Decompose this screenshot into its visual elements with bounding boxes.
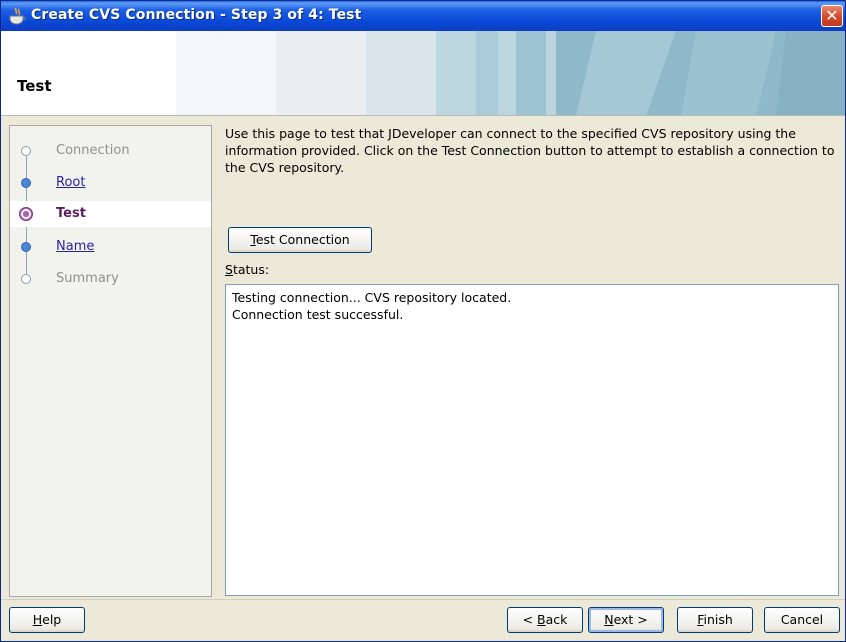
button-label: inish (703, 612, 733, 627)
status-output-area[interactable]: Testing connection... CVS repository loc… (225, 284, 839, 596)
next-button[interactable]: Next > (588, 607, 664, 633)
current-step-icon (19, 207, 33, 221)
mnemonic: B (537, 612, 546, 627)
button-label: ack (545, 612, 568, 627)
status-label: Status: (225, 262, 269, 277)
nav-item-label: Connection (56, 143, 130, 158)
status-label-text: tatus: (232, 262, 270, 277)
page-title: Test (17, 77, 52, 95)
instructions-text: Use this page to test that JDeveloper ca… (225, 126, 835, 175)
nav-item-summary: Summary (10, 266, 211, 292)
main-content: Use this page to test that JDeveloper ca… (225, 125, 839, 597)
header-decoration (176, 31, 845, 115)
nav-item-root[interactable]: Root (10, 170, 211, 196)
nav-item-label: Test (56, 206, 86, 221)
button-label: Cancel (780, 612, 824, 627)
step-dot-icon (21, 274, 31, 284)
button-label: est Connection (255, 232, 350, 247)
close-icon[interactable]: ✕ (821, 5, 843, 27)
test-connection-button[interactable]: Test Connection (228, 227, 372, 253)
dialog-window: Create CVS Connection - Step 3 of 4: Tes… (0, 0, 846, 642)
window-title: Create CVS Connection - Step 3 of 4: Tes… (31, 7, 362, 23)
nav-item-label[interactable]: Root (56, 175, 85, 190)
button-label: elp (42, 612, 62, 627)
back-button[interactable]: < Back (507, 607, 583, 633)
step-dot-icon (21, 242, 31, 252)
step-dot-icon (21, 178, 31, 188)
mnemonic: N (604, 612, 614, 627)
nav-item-label[interactable]: Name (56, 239, 94, 254)
mnemonic: S (225, 262, 233, 277)
footer-divider (1, 599, 845, 600)
help-button[interactable]: Help (9, 607, 85, 633)
status-line: Connection test successful. (232, 307, 404, 322)
step-dot-icon (21, 146, 31, 156)
button-prefix: < (522, 612, 538, 627)
status-line: Testing connection... CVS repository loc… (232, 290, 512, 305)
title-bar[interactable]: Create CVS Connection - Step 3 of 4: Tes… (1, 1, 845, 31)
button-label: ext > (613, 612, 648, 627)
nav-item-label: Summary (56, 271, 119, 286)
nav-item-test: Test (10, 201, 211, 227)
nav-item-connection: Connection (10, 138, 211, 164)
mnemonic: H (32, 612, 43, 627)
java-cup-icon (7, 6, 27, 26)
nav-item-name[interactable]: Name (10, 234, 211, 260)
finish-button[interactable]: Finish (677, 607, 753, 633)
cancel-button[interactable]: Cancel (764, 607, 840, 633)
page-header: Test (1, 31, 845, 116)
